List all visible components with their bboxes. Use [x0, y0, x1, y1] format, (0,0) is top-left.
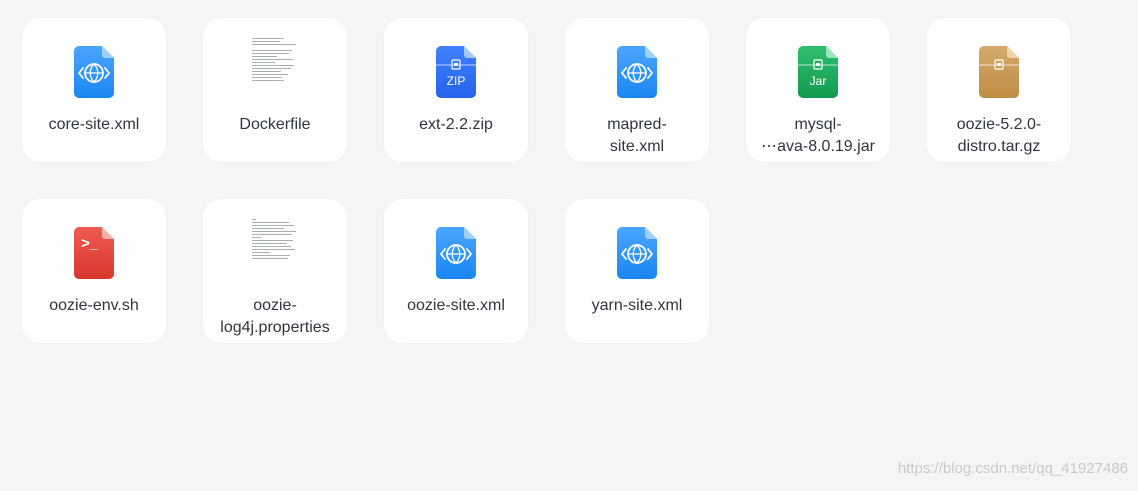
text-preview-thumbnail [252, 38, 298, 100]
file-name: oozie-log4j.properties [220, 297, 330, 336]
file-name: mapred-site.xml [607, 116, 667, 155]
file-tile-mysql-jar[interactable]: Jar mysql- ⋯ava-8.0.19.jar [746, 18, 890, 162]
file-tile-oozie-env[interactable]: >_ oozie-env.sh [22, 199, 166, 343]
file-tile-yarn-site[interactable]: yarn-site.xml [565, 199, 709, 343]
file-name: oozie-env.sh [49, 297, 139, 314]
file-name: oozie-site.xml [407, 297, 505, 314]
text-preview-thumbnail [252, 219, 298, 281]
xml-file-icon [617, 46, 657, 98]
jar-file-icon: Jar [798, 46, 838, 98]
file-tile-ext-zip[interactable]: ZIP ext-2.2.zip [384, 18, 528, 162]
file-tile-oozie-log4j[interactable]: oozie-log4j.properties [203, 199, 347, 343]
file-tile-dockerfile[interactable]: Dockerfile [203, 18, 347, 162]
file-name: yarn-site.xml [591, 297, 683, 314]
watermark-text: https://blog.csdn.net/qq_41927486 [897, 460, 1128, 477]
file-name: core-site.xml [48, 116, 140, 133]
xml-file-icon [436, 227, 476, 279]
file-name: Dockerfile [239, 116, 311, 133]
file-name: ext-2.2.zip [419, 116, 493, 133]
xml-file-icon [617, 227, 657, 279]
file-tile-mapred-site[interactable]: mapred-site.xml [565, 18, 709, 162]
file-grid: core-site.xml Dockerfile ZIP ext-2.2.zip… [22, 18, 1071, 343]
file-tile-oozie-site[interactable]: oozie-site.xml [384, 199, 528, 343]
file-tile-core-site[interactable]: core-site.xml [22, 18, 166, 162]
file-tile-oozie-distro[interactable]: oozie-5.2.0- distro.tar.gz [927, 18, 1071, 162]
shell-script-icon: >_ [74, 227, 114, 279]
file-type-badge: >_ [81, 235, 99, 252]
file-name: oozie-5.2.0- distro.tar.gz [956, 116, 1042, 155]
file-type-badge: ZIP [447, 74, 466, 88]
file-name: mysql- ⋯ava-8.0.19.jar [761, 116, 875, 155]
xml-file-icon [74, 46, 114, 98]
archive-file-icon [979, 46, 1019, 98]
file-type-badge: Jar [810, 74, 827, 88]
zip-file-icon: ZIP [436, 46, 476, 98]
